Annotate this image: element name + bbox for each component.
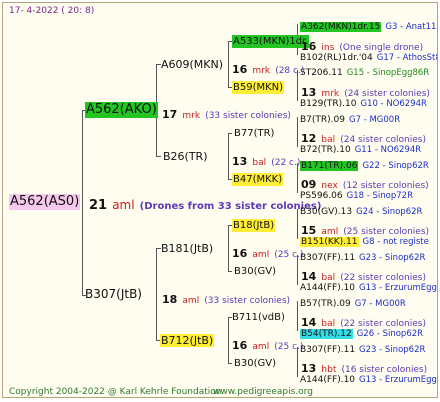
gen2-b181-mark: aml (252, 250, 270, 260)
gen1-father-mark: aml (182, 296, 200, 306)
gen1-father-label[interactable]: B307(JtB) (85, 288, 142, 301)
gen3-b711-label[interactable]: B711(vdB) (232, 311, 285, 324)
gen4-label: B171(TR).06 (300, 161, 359, 171)
connector-a609-vertical (228, 41, 229, 87)
root-num: 21 (89, 198, 108, 213)
gen4-label: B7(TR).09 (300, 115, 345, 125)
connector-b26-b77 (228, 133, 232, 134)
root-queen-name: A562(AS0) (10, 194, 80, 209)
gen2-b26-num: 13 (232, 155, 248, 168)
connector-b711-vertical (297, 301, 298, 331)
connector-father-vertical (156, 248, 157, 340)
gen4-place: G22 - Sinop62R (362, 161, 429, 171)
gen4-place: G15 - SinopEgg86R (346, 68, 430, 78)
gen4-row[interactable]: B57(TR).09 G7 - MG00R (300, 291, 406, 311)
print-date: 17- 4-2022 ( 20: 8) (9, 6, 95, 16)
gen4-row[interactable]: B30(GV).13 G24 - Sinop62R (300, 199, 422, 219)
gen4-row[interactable]: B307(FF).11 G23 - Sinop62R (300, 337, 425, 357)
gen1-mother-label[interactable]: A562(AKO) (85, 102, 158, 118)
gen3-b18-label[interactable]: B18(JtB) (232, 219, 276, 232)
gen4-row[interactable]: A144(FF).10 G13 - ErzurumEgg8 (300, 367, 438, 387)
copyright-text: Copyright 2004-2022 @ Karl Kehrle Founda… (9, 387, 222, 397)
gen4-row[interactable]: B171(TR).06 G22 - Sinop62R (300, 153, 429, 173)
gen3-b59-label[interactable]: B59(MKN) (232, 81, 285, 94)
gen2-b26-label[interactable]: B26(TR) (163, 150, 208, 163)
gen2-b712-num: 16 (232, 339, 248, 352)
gen4-label: B307(FF).11 (300, 253, 356, 263)
gen4-row[interactable]: B307(FF).11 G23 - Sinop62R (300, 245, 425, 265)
gen2-b712-info: 16 aml (25 c.) (232, 334, 303, 353)
connector-b181-vertical (228, 225, 229, 271)
gen4-row[interactable]: A362(MKN)1dr.15 G3 - Anat11Q (300, 14, 438, 34)
gen1-mother-num: 17 (162, 108, 178, 121)
gen2-b26-desc: (22 c.) (271, 158, 301, 168)
gen4-label: A362(MKN)1dr.15 (300, 22, 382, 32)
connector-b712-b30 (228, 363, 232, 364)
connector-root-vertical (82, 110, 83, 295)
gen1-mother-mark: mrk (182, 111, 201, 121)
gen3-b47-label[interactable]: B47(MKK) (232, 173, 284, 186)
gen4-row[interactable]: B7(TR).09 G7 - MG00R (300, 107, 400, 127)
gen1-mother-desc: (33 sister colonies) (205, 111, 291, 121)
gen4-place: G7 - MG00R (354, 299, 406, 309)
gen2-b181-info: 16 aml (25 c.) (232, 242, 303, 261)
gen3-a533-label[interactable]: A533(MKN)1dr. (232, 35, 310, 48)
connector-b26-vertical (228, 133, 229, 179)
gen2-b181-num: 16 (232, 247, 248, 260)
gen1-mother-info: 17 mrk (33 sister colonies) (162, 103, 291, 122)
gen4-label: A144(FF).10 (300, 375, 356, 385)
gen2-b181-label[interactable]: B181(JtB) (161, 242, 213, 255)
gen2-b712-label[interactable]: B712(JtB) (160, 334, 215, 347)
gen3-b77-label[interactable]: B77(TR) (234, 127, 274, 140)
root-mark: aml (112, 198, 135, 212)
site-link[interactable]: www.pedigreeapis.org (213, 387, 313, 397)
gen2-b26-mark: bal (252, 158, 267, 168)
gen4-place: G23 - Sinop62R (359, 253, 426, 263)
connector-b181-b30 (228, 271, 232, 272)
gen1-father-desc: (33 sister colonies) (204, 296, 291, 306)
gen4-label: B57(TR).09 (300, 299, 351, 309)
connector-mother-b26 (156, 156, 161, 157)
connector-b77-vertical (297, 117, 298, 147)
gen2-b26-info: 13 bal (22 c.) (232, 150, 300, 169)
gen2-a609-mark: mrk (252, 66, 271, 76)
gen2-a609-label[interactable]: A609(MKN) (161, 58, 223, 71)
root-queen-label[interactable]: A562(AS0) (9, 194, 81, 210)
pedigree-chart: 17- 4-2022 ( 20: 8) Copyright 2004-2022 … (2, 2, 438, 398)
gen4-place: G3 - Anat11Q (385, 22, 438, 32)
gen1-father-info: 18 aml (33 sister colonies) (162, 288, 290, 307)
gen2-b712-mark: aml (252, 342, 270, 352)
gen4-row[interactable]: ST206.11 G15 - SinopEgg86R (300, 60, 429, 80)
gen4-label: B30(GV).13 (300, 207, 353, 217)
root-desc: (Drones from 33 sister colonies) (139, 201, 322, 212)
gen3-b30a-label[interactable]: B30(GV) (234, 265, 276, 278)
gen1-father-num: 18 (162, 293, 178, 306)
gen4-label: B307(FF).11 (300, 345, 356, 355)
gen4-place: G7 - MG00R (349, 115, 401, 125)
gen4-place: G23 - Sinop62R (359, 345, 426, 355)
gen4-label: ST206.11 (300, 68, 343, 78)
gen2-a609-info: 16 mrk (28 c.) (232, 58, 304, 77)
root-info: 21 aml (Drones from 33 sister colonies) (89, 194, 321, 214)
gen2-a609-num: 16 (232, 63, 248, 76)
connector-b712-vertical (228, 317, 229, 363)
gen4-place: G13 - ErzurumEgg8 (359, 375, 438, 385)
gen4-place: G24 - Sinop62R (356, 207, 423, 217)
gen3-b30b-label[interactable]: B30(GV) (234, 357, 276, 370)
